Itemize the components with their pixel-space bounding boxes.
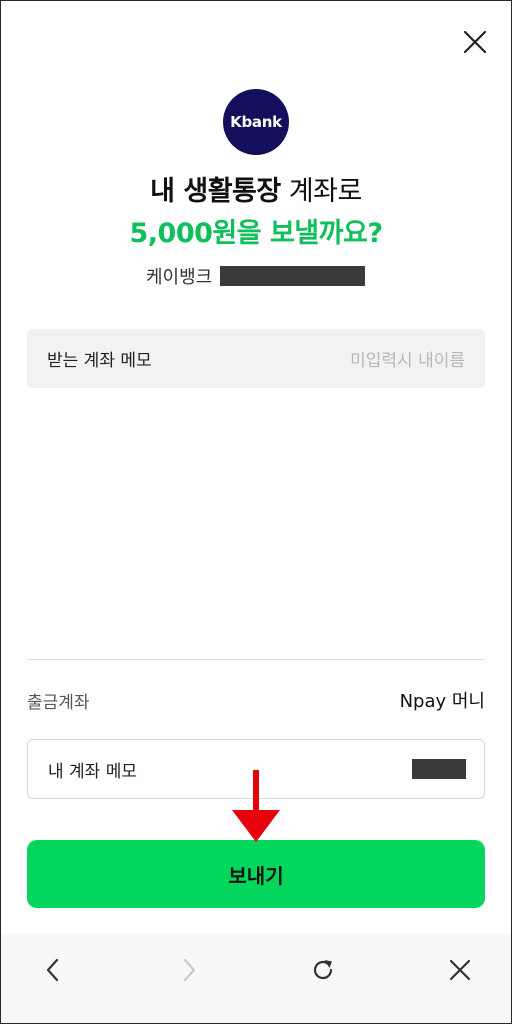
forward-icon[interactable] xyxy=(176,957,202,983)
close-icon[interactable] xyxy=(447,957,473,983)
transfer-amount-title: 5,000원을 보낼까요? xyxy=(129,218,383,249)
divider xyxy=(27,659,485,660)
close-icon[interactable] xyxy=(461,28,489,56)
redacted-memo-value xyxy=(412,759,466,779)
destination-account-name: 내 생활통장 xyxy=(150,176,281,207)
refresh-icon[interactable] xyxy=(310,957,336,983)
kbank-logo-text: Kbank xyxy=(230,113,282,131)
recipient-memo-placeholder: 미입력시 내이름 xyxy=(350,351,465,371)
confirm-title-line1: 내 생활통장 계좌로 xyxy=(0,174,512,210)
recipient-memo-label: 받는 계좌 메모 xyxy=(47,351,152,371)
redacted-account-number xyxy=(220,266,366,286)
source-account-label: 출금계좌 xyxy=(27,692,90,713)
kbank-logo: Kbank xyxy=(223,89,289,155)
source-account-value: Npay 머니 xyxy=(399,691,485,712)
destination-bank-line: 케이뱅크 xyxy=(146,264,366,288)
bank-name: 케이뱅크 xyxy=(146,267,213,288)
my-memo-label: 내 계좌 메모 xyxy=(48,761,138,782)
red-arrow-annotation xyxy=(232,770,280,842)
back-icon[interactable] xyxy=(40,957,66,983)
send-button[interactable]: 보내기 xyxy=(27,840,485,908)
browser-toolbar xyxy=(1,934,511,1023)
source-account-row: 출금계좌 Npay 머니 xyxy=(27,686,485,714)
recipient-memo-field[interactable]: 받는 계좌 메모 미입력시 내이름 xyxy=(27,329,485,388)
destination-suffix: 계좌로 xyxy=(280,176,363,207)
